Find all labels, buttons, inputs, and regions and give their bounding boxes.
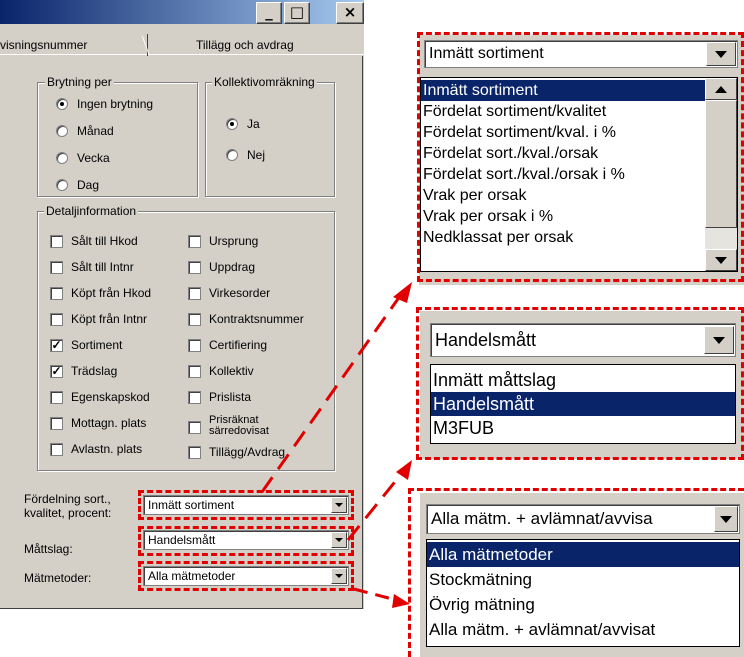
arrowhead-icon — [392, 594, 410, 608]
callout-lines — [260, 282, 412, 608]
callout-line-2 — [346, 472, 404, 541]
callout-line-1 — [260, 295, 402, 493]
callout-line-3 — [353, 587, 397, 602]
arrowhead-icon — [396, 460, 412, 480]
